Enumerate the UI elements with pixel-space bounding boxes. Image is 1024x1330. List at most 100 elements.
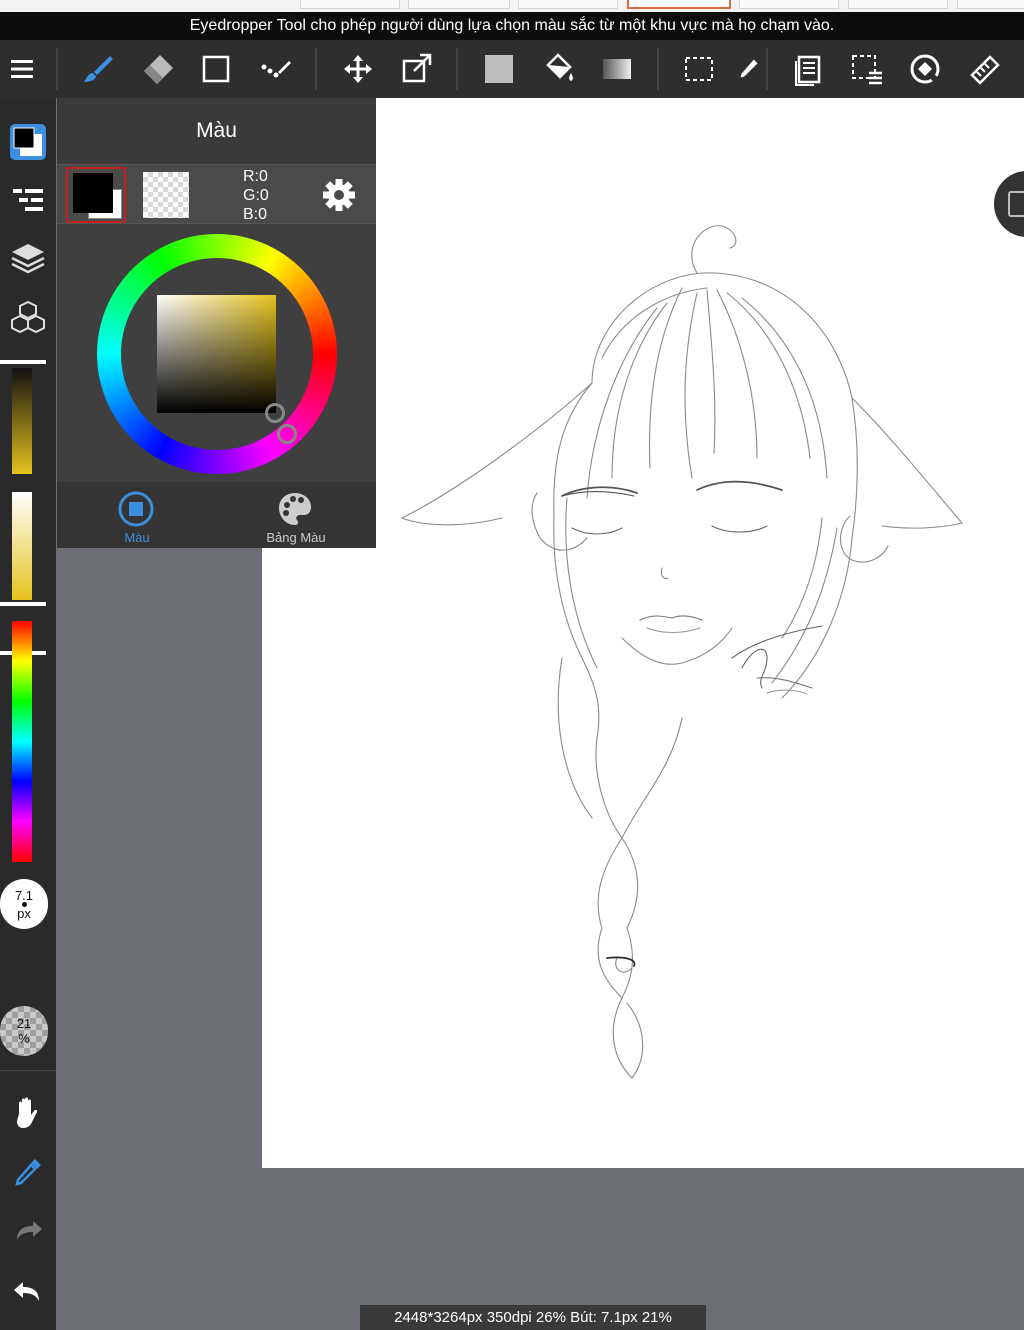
select-pen-tool-button[interactable] [733, 47, 767, 91]
app-window: Eyedropper Tool cho phép người dùng lựa … [0, 0, 1024, 1330]
menu-button[interactable] [0, 47, 44, 91]
opacity-button[interactable]: 21 % [0, 1006, 48, 1056]
value-slider[interactable] [12, 368, 32, 474]
toolbar-divider [456, 48, 458, 90]
undo-button[interactable] [4, 1266, 52, 1314]
bucket-icon [546, 53, 573, 81]
move-tool-button[interactable] [336, 47, 380, 91]
tab-color-label: Màu [124, 530, 150, 545]
list-icon [13, 189, 43, 211]
sidebar-divider [0, 1070, 56, 1071]
rgb-readout: R:0 G:0 B:0 [243, 167, 269, 224]
saturation-slider[interactable] [12, 492, 32, 600]
rectangle-tool-button[interactable] [194, 47, 238, 91]
opacity-unit: % [18, 1031, 30, 1046]
selection-menu-button[interactable] [845, 47, 889, 91]
pages-icon [795, 55, 821, 86]
tab-color[interactable]: Màu [57, 482, 217, 548]
move-icon [344, 55, 372, 83]
hue-picker-handle[interactable] [277, 424, 297, 444]
fill-color-icon [485, 55, 513, 83]
eraser-icon [144, 55, 173, 84]
foreground-color-selector[interactable] [66, 167, 126, 223]
gear-icon [323, 179, 355, 211]
ruler-button[interactable] [962, 47, 1006, 91]
red-value: R:0 [243, 168, 268, 185]
blue-value: B:0 [243, 206, 268, 223]
hand-icon [17, 1097, 38, 1128]
rectangle-icon [202, 55, 230, 83]
status-text: 2448*3264px 350dpi 26% Bút: 7.1px 21% [394, 1309, 672, 1326]
gradient-tool-button[interactable] [595, 47, 639, 91]
pages-button[interactable] [786, 47, 830, 91]
brush-tool-button[interactable] [76, 47, 120, 91]
select-rect-tool-button[interactable] [677, 47, 721, 91]
transform-tool-button[interactable] [394, 47, 438, 91]
redo-button[interactable] [4, 1207, 52, 1255]
gradient-icon [603, 59, 631, 79]
transform-icon [402, 53, 432, 83]
eraser-tool-button[interactable] [136, 47, 180, 91]
saturation-value-square[interactable] [157, 295, 276, 413]
toolbar-divider [56, 48, 58, 90]
redo-icon [17, 1221, 42, 1240]
color-panel-tabs: Màu Bảng Màu [57, 482, 376, 548]
color-panel: Màu R:0 G:0 B:0 Màu Bảng Màu [57, 98, 376, 548]
fill-color-tool-button[interactable] [477, 47, 521, 91]
sv-picker-handle[interactable] [265, 403, 285, 423]
tab-palette-label: Bảng Màu [266, 530, 326, 545]
top-tab[interactable] [300, 0, 400, 9]
tool-hint-text: Eyedropper Tool cho phép người dùng lựa … [189, 17, 835, 34]
color-panel-button[interactable] [4, 118, 52, 166]
top-tab[interactable] [739, 0, 839, 9]
color-wheel-area [57, 225, 376, 481]
color-swatch-icon [10, 124, 46, 160]
brush-size-unit: px [17, 906, 31, 921]
selection-menu-icon [852, 55, 882, 85]
materials-button[interactable] [4, 294, 52, 342]
select-rect-icon [685, 57, 713, 81]
slider-handle[interactable] [0, 360, 46, 364]
brush-size-button[interactable]: 7.1 px [0, 879, 48, 929]
color-info-row: R:0 G:0 B:0 [57, 164, 376, 224]
tool-hint-bar: Eyedropper Tool cho phép người dùng lựa … [0, 12, 1024, 40]
transparent-color-swatch[interactable] [143, 172, 189, 218]
eyedropper-tool-button[interactable] [4, 1148, 52, 1196]
rotate-snap-button[interactable] [903, 47, 947, 91]
toolbar-divider [766, 48, 768, 90]
layers-icon [11, 244, 45, 274]
bucket-tool-button[interactable] [536, 47, 580, 91]
eyedropper-icon [15, 1159, 41, 1186]
top-tab[interactable] [848, 0, 948, 9]
layers-button[interactable] [4, 235, 52, 283]
green-value: G:0 [243, 187, 269, 204]
sketch-artwork [400, 225, 963, 1079]
hue-slider[interactable] [12, 621, 32, 862]
main-toolbar [0, 40, 1024, 98]
cubes-icon [11, 300, 45, 334]
dot-pen-tool-button[interactable] [253, 47, 297, 91]
ruler-icon [970, 55, 1000, 85]
color-settings-button[interactable] [319, 175, 359, 215]
tab-palette[interactable]: Bảng Màu [216, 482, 376, 548]
top-tab[interactable] [408, 0, 510, 9]
brush-size-value: 7.1 [14, 888, 34, 903]
brush-icon [84, 56, 113, 82]
top-tab-active[interactable] [627, 0, 731, 9]
brush-list-button[interactable] [4, 176, 52, 224]
toolbar-divider [315, 48, 317, 90]
slider-handle[interactable] [0, 602, 46, 606]
undo-icon [14, 1282, 39, 1301]
top-strip [0, 0, 1024, 12]
foreground-color-swatch [73, 173, 113, 213]
drawing-canvas[interactable] [262, 98, 1024, 1168]
select-pen-icon [740, 59, 758, 78]
top-tab[interactable] [518, 0, 618, 9]
palette-icon [279, 493, 311, 525]
menu-icon [11, 60, 33, 78]
color-panel-title: Màu [57, 98, 376, 164]
top-tab[interactable] [957, 0, 1024, 9]
hand-tool-button[interactable] [4, 1089, 52, 1137]
color-icon [118, 491, 154, 527]
toolbar-divider [657, 48, 659, 90]
